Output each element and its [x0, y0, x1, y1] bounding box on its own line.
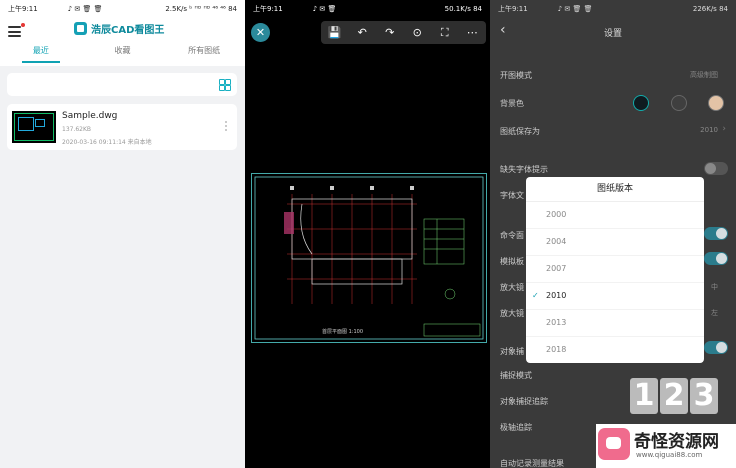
- more-icon[interactable]: ⋯: [463, 26, 481, 39]
- magnifier-pos-value: 左: [711, 309, 718, 317]
- drawing-title: 首层平面图 1:100: [322, 329, 363, 335]
- file-thumbnail: [12, 111, 56, 143]
- floor-plan-drawing: [254, 176, 484, 340]
- zoom-icon[interactable]: ⊙: [408, 26, 426, 39]
- save-icon[interactable]: 💾: [326, 26, 344, 39]
- notification-dot-icon: [21, 23, 25, 27]
- setting-magnifier-size[interactable]: 放大镜: [500, 282, 524, 293]
- setting-background: 背景色: [500, 99, 524, 108]
- watermark-badge: 奇怪资源网 www.qiguai88.com: [596, 424, 736, 468]
- setting-object-snap: 对象捕: [500, 347, 524, 356]
- touchpad-toggle[interactable]: [704, 252, 728, 265]
- setting-touchpad: 模拟板: [500, 257, 524, 266]
- status-time: 上午9:11: [8, 5, 38, 13]
- battery-level: 84: [473, 5, 482, 13]
- magnifier-size-value: 中: [711, 283, 718, 291]
- file-size: 137.62KB: [62, 126, 92, 133]
- status-time: 上午9:11: [498, 5, 528, 13]
- watermark-digits: 123: [630, 378, 730, 418]
- selected-version: 2010: [546, 291, 567, 300]
- chevron-right-icon: ›: [722, 124, 726, 134]
- status-bar: 上午9:11 ♪ ✉ 🗑 🗑 226K/s 84: [490, 0, 736, 18]
- signal-icons: ᵇ ᴴᴰ ᴴᴰ ⁴⁶ ⁴⁶: [189, 5, 226, 13]
- tab-recent[interactable]: 最近: [0, 44, 82, 64]
- setting-snap-tracking: 对象捕捉追踪: [500, 397, 548, 406]
- status-icons: ♪ ✉ 🗑 🗑: [67, 5, 103, 13]
- more-options-icon[interactable]: [225, 121, 228, 133]
- app-header: 浩辰CAD看图王 最近 收藏 所有图纸: [0, 18, 245, 66]
- object-snap-toggle[interactable]: [704, 341, 728, 354]
- fullscreen-icon[interactable]: ⛶: [436, 26, 454, 40]
- grid-view-icon[interactable]: [219, 79, 231, 91]
- tab-all-drawings[interactable]: 所有图纸: [163, 44, 245, 64]
- version-dialog: 图纸版本 2000 2004 2007 ✓ 2010 2013 2018: [526, 177, 704, 363]
- setting-open-mode[interactable]: 开图模式: [500, 70, 532, 81]
- save-as-value: 2010: [700, 126, 718, 134]
- version-option[interactable]: 2013: [526, 310, 704, 337]
- net-speed: 50.1K/s: [444, 5, 471, 13]
- version-option[interactable]: 2007: [526, 256, 704, 283]
- app-logo: 浩辰CAD看图王: [74, 21, 164, 36]
- setting-auto-record: 自动记录测量结果: [500, 459, 564, 468]
- bg-color-cream[interactable]: [708, 95, 724, 111]
- missing-font-toggle[interactable]: [704, 162, 728, 175]
- bg-color-gray[interactable]: [671, 95, 687, 111]
- viewer-toolbar: 💾 ↶ ↷ ⊙ ⛶ ⋯: [321, 21, 486, 44]
- battery-level: 84: [228, 5, 237, 13]
- setting-save-as[interactable]: 图纸保存为: [500, 126, 540, 137]
- status-icons: ♪ ✉ 🗑: [312, 5, 337, 13]
- watermark-digit: 1: [630, 378, 658, 414]
- setting-font[interactable]: 字体文: [500, 190, 524, 201]
- logo-icon: [74, 22, 87, 35]
- drawing-viewer-screen: 上午9:11 ♪ ✉ 🗑 50.1K/s 84 ✕ 💾 ↶ ↷ ⊙ ⛶ ⋯ 首层…: [245, 0, 490, 468]
- setting-magnifier-pos[interactable]: 放大镜: [500, 308, 524, 319]
- net-speed: 2.5K/s: [165, 5, 188, 13]
- settings-header: ‹ 设置: [490, 18, 736, 48]
- version-option-selected[interactable]: ✓ 2010: [526, 283, 704, 310]
- dialog-title: 图纸版本: [526, 177, 704, 202]
- version-option[interactable]: 2004: [526, 229, 704, 256]
- close-icon[interactable]: ✕: [251, 23, 270, 42]
- net-speed: 226K/s: [692, 5, 717, 13]
- command-panel-toggle[interactable]: [704, 227, 728, 240]
- setting-snap-mode[interactable]: 捕捉模式: [500, 370, 532, 381]
- search-bar[interactable]: [7, 73, 237, 96]
- open-mode-value: 高级制图: [690, 71, 718, 79]
- status-bar: 上午9:11 ♪ ✉ 🗑 🗑 2.5K/s ᵇ ᴴᴰ ᴴᴰ ⁴⁶ ⁴⁶ 84: [0, 0, 245, 18]
- watermark-url: www.qiguai88.com: [636, 451, 703, 459]
- version-option[interactable]: 2000: [526, 202, 704, 229]
- drawing-canvas[interactable]: 首层平面图 1:100: [251, 173, 487, 343]
- app-title: 浩辰CAD看图王: [91, 25, 165, 36]
- check-icon: ✓: [532, 291, 539, 300]
- file-date: 2020-03-16 09:11:14 来自本地: [62, 139, 152, 146]
- watermark-digit: 3: [690, 378, 718, 414]
- file-list-screen: 上午9:11 ♪ ✉ 🗑 🗑 2.5K/s ᵇ ᴴᴰ ᴴᴰ ⁴⁶ ⁴⁶ 84 浩…: [0, 0, 245, 468]
- status-bar: 上午9:11 ♪ ✉ 🗑 50.1K/s 84: [245, 0, 490, 18]
- bg-color-black[interactable]: [633, 95, 649, 111]
- battery-level: 84: [719, 5, 728, 13]
- undo-icon[interactable]: ↶: [353, 26, 371, 39]
- watermark-digit: 2: [660, 378, 688, 414]
- file-card[interactable]: Sample.dwg 137.62KB 2020-03-16 09:11:14 …: [7, 104, 237, 150]
- version-option[interactable]: 2018: [526, 337, 704, 363]
- page-title: 设置: [603, 29, 622, 39]
- file-name: Sample.dwg: [62, 111, 118, 121]
- watermark-logo-icon: [598, 428, 630, 460]
- status-time: 上午9:11: [253, 5, 283, 13]
- menu-icon[interactable]: [8, 26, 21, 37]
- redo-icon[interactable]: ↷: [381, 26, 399, 39]
- status-icons: ♪ ✉ 🗑 🗑: [557, 5, 593, 13]
- tab-favorites[interactable]: 收藏: [82, 44, 164, 64]
- setting-command-panel: 命令面: [500, 231, 524, 240]
- tab-bar: 最近 收藏 所有图纸: [0, 44, 245, 64]
- watermark-name: 奇怪资源网: [634, 432, 719, 452]
- setting-polar-tracking: 极轴追踪: [500, 423, 532, 432]
- setting-missing-font: 缺失字体提示: [500, 165, 548, 174]
